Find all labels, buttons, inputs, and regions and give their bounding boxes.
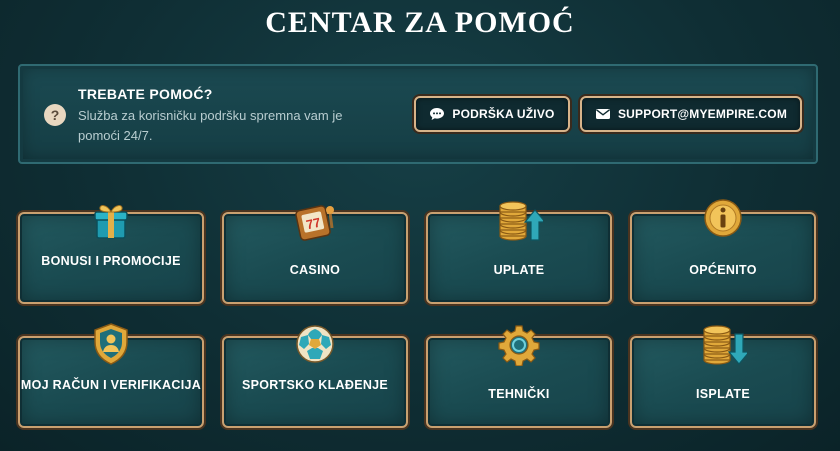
category-label: UPLATE	[493, 263, 545, 277]
mail-icon	[595, 108, 611, 120]
gift-icon	[89, 198, 133, 247]
category-technical[interactable]: TEHNIČKI	[426, 325, 612, 428]
info-icon	[703, 198, 743, 243]
chat-icon	[429, 107, 445, 121]
category-general[interactable]: OPĆENITO	[630, 199, 816, 304]
category-withdrawals[interactable]: ISPLATE	[630, 325, 816, 428]
category-deposits[interactable]: UPLATE	[426, 201, 612, 304]
help-panel: ? TREBATE POMOĆ? Služba za korisničku po…	[18, 64, 818, 164]
question-icon: ?	[44, 104, 66, 126]
coins-deposit-icon	[495, 196, 547, 249]
gear-icon	[498, 324, 540, 371]
email-support-button[interactable]: SUPPORT@MYEMPIRE.COM	[580, 96, 802, 132]
category-label: BONUSI I PROMOCIJE	[41, 254, 181, 268]
category-label: ISPLATE	[696, 387, 750, 401]
email-support-label: SUPPORT@MYEMPIRE.COM	[617, 107, 788, 121]
help-description: Služba za korisničku podršku spremna vam…	[78, 108, 343, 143]
category-label: OPĆENITO	[689, 263, 757, 277]
category-account-verification[interactable]: MOJ RAČUN I VERIFIKACIJA	[18, 323, 204, 428]
live-support-label: PODRŠKA UŽIVO	[452, 107, 555, 121]
category-sports-betting[interactable]: SPORTSKO KLAĐENJE	[222, 325, 408, 428]
help-title: TREBATE POMOĆ?	[78, 86, 213, 102]
live-support-button[interactable]: PODRŠKA UŽIVO	[414, 96, 570, 132]
page-title: CENTAR ZA POMOĆ	[265, 6, 575, 39]
category-casino[interactable]: 77 CASINO	[222, 205, 408, 304]
category-label: SPORTSKO KLAĐENJE	[241, 378, 389, 392]
slot-machine-icon: 77	[292, 200, 338, 247]
account-shield-icon	[91, 322, 131, 371]
category-bonuses-promotions[interactable]: BONUSI I PROMOCIJE	[18, 205, 204, 304]
category-label: TEHNIČKI	[488, 387, 550, 401]
category-label: MOJ RAČUN I VERIFIKACIJA	[20, 378, 202, 392]
svg-text:77: 77	[305, 215, 322, 233]
coins-withdraw-icon	[699, 320, 751, 373]
soccer-ball-icon	[295, 324, 335, 369]
category-label: CASINO	[289, 263, 341, 277]
